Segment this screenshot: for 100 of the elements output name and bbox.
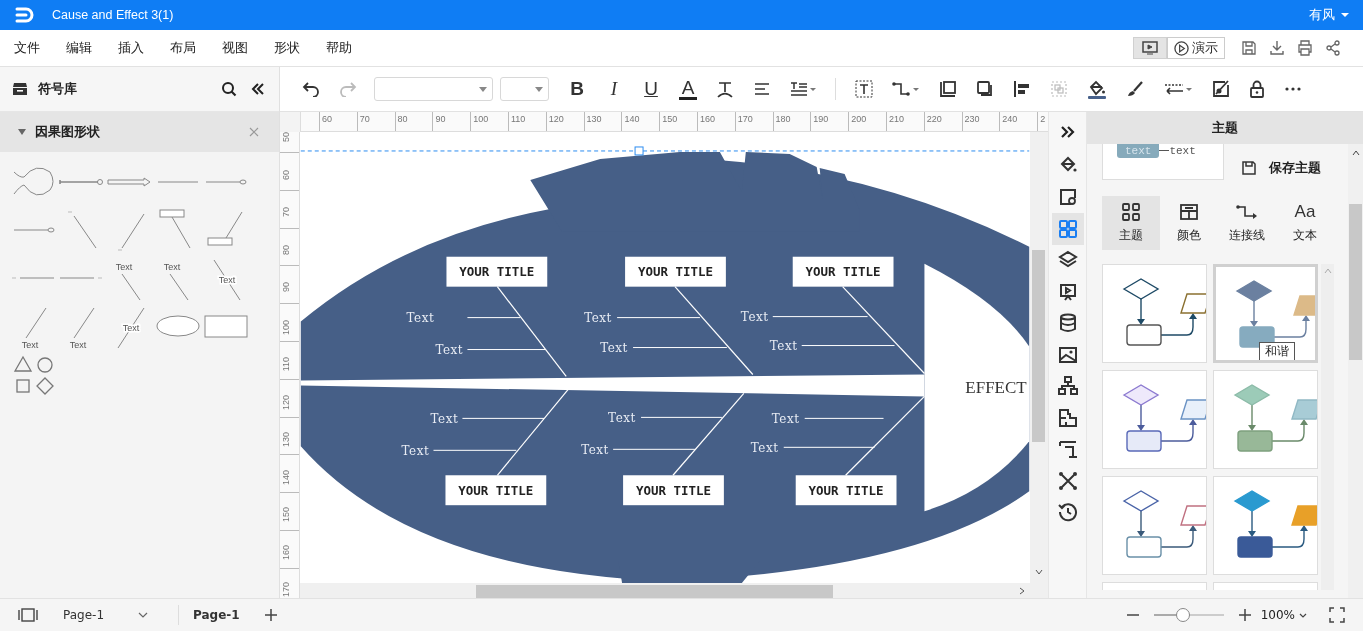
user-menu[interactable]: 有风 [1309,6,1349,24]
title-box: YOUR TITLE [623,475,724,506]
section-header[interactable]: 因果图形状 [0,112,279,152]
shape-item[interactable]: Text [202,256,250,302]
text-style-icon[interactable] [716,80,734,98]
share-icon[interactable] [1325,40,1341,56]
ruler-label: 230 [963,113,981,126]
download-icon[interactable] [1269,40,1285,56]
arrow-right-icon[interactable] [1018,587,1026,596]
cause-label: Text [771,411,800,426]
zoom-in-icon[interactable] [1238,609,1251,621]
format-button[interactable]: A [679,78,697,100]
menu-item[interactable]: 布局 [170,39,196,57]
ruler-label: 100 [281,319,292,335]
cause-label: Text [406,311,435,326]
preview-label: text [1169,144,1196,158]
ruler-label: 220 [925,113,943,126]
shuffle-icon [1056,469,1079,492]
palette-grid-icon [1179,202,1199,222]
format-button[interactable]: I [605,78,623,100]
ruler-label: 120 [281,394,292,410]
cause-label: Text [600,341,628,356]
format-button[interactable]: B [568,78,586,100]
ruler-label: 50 [281,132,292,142]
panel-tab[interactable]: 连接线 [1218,196,1276,250]
timeline-icon [1056,438,1079,461]
circle-shape-icon[interactable] [34,354,56,375]
org-chart-icon [1056,375,1079,398]
line-style-icon[interactable] [1163,81,1193,97]
present-button[interactable]: 演示 [1167,37,1225,59]
undo-icon[interactable] [302,81,320,97]
screen-view-button[interactable] [1133,37,1167,59]
panel-scrollbar[interactable] [1348,144,1363,598]
text-box-icon[interactable] [855,80,873,98]
no-fill-icon[interactable] [1212,80,1230,98]
tab-label: 文本 [1293,227,1317,244]
menu-item[interactable]: 编辑 [66,39,92,57]
theme-scrollbar[interactable] [1321,264,1334,590]
lock-icon[interactable] [1249,80,1265,98]
cause-label: Text [581,442,609,457]
arrow-down-icon[interactable] [1035,568,1043,576]
shape-item[interactable]: Text [154,256,202,302]
save-theme-button[interactable]: 保存主题 [1241,159,1321,177]
shape-item[interactable]: Text [10,304,58,350]
page-dropdown[interactable]: Page-1 [63,608,148,622]
library-icon [12,82,28,96]
shape-item[interactable]: Text [106,304,154,350]
ruler-label: 160 [281,544,292,560]
collapse-icon[interactable] [251,82,265,96]
print-icon[interactable] [1297,40,1313,56]
more-icon[interactable] [1284,86,1302,92]
brush-icon[interactable] [1126,80,1144,98]
panel-tab[interactable]: 主题 [1102,196,1160,250]
add-page-icon[interactable] [263,608,278,622]
pages-panel-icon[interactable] [17,608,39,622]
ruler-label: 2 [1039,113,1047,126]
shape-item[interactable]: Text [58,304,106,350]
panel-tab[interactable]: 颜色 [1160,196,1218,250]
menu-item[interactable]: 插入 [118,39,144,57]
fullscreen-icon[interactable] [1329,607,1345,623]
library-title: 符号库 [38,80,78,98]
search-icon[interactable] [221,81,237,97]
menu-item[interactable]: 视图 [222,39,248,57]
panel-tab[interactable]: Aa 文本 [1276,196,1334,250]
title-box: YOUR TITLE [792,256,894,287]
save-icon[interactable] [1241,40,1257,56]
connector-icon[interactable] [892,81,920,97]
cause-line [466,317,521,319]
connector-icon [1235,202,1259,222]
page-tab[interactable]: Page-1 [193,608,240,622]
ruler-label: 120 [547,113,565,126]
grid-icon [1121,202,1141,222]
ruler-label: 240 [1001,113,1019,126]
ruler-label: 90 [281,282,292,292]
align-icon[interactable] [753,81,771,97]
app-logo-icon [14,5,36,25]
ruler-label: 170 [281,582,292,598]
align-left-icon[interactable] [1013,80,1031,98]
slider-thumb[interactable] [1175,608,1190,622]
menu-item[interactable]: 形状 [274,39,300,57]
ruler-label: 100 [472,113,490,126]
bring-front-icon[interactable] [939,80,957,98]
diamond-shape-icon[interactable] [34,375,56,396]
menu-item[interactable]: 帮助 [326,39,352,57]
send-back-icon[interactable] [976,80,994,98]
fill-color-icon[interactable] [1087,79,1107,99]
theme-card[interactable]: 和谐 [1213,264,1318,363]
shape-item[interactable]: Text [106,256,154,302]
ruler-label: 180 [774,113,792,126]
format-button[interactable]: U [642,78,660,100]
section-title: 因果图形状 [35,123,101,141]
chevron-down-icon [138,612,148,618]
ruler-label: 60 [281,169,292,180]
triangle-shape-icon[interactable] [12,354,34,375]
menu-item[interactable]: 文件 [14,39,40,57]
expand-panel-icon[interactable] [1059,125,1076,139]
zoom-dropdown[interactable]: 100% [1260,608,1307,622]
selection-handle[interactable] [634,146,644,156]
line-spacing-icon[interactable] [790,81,816,97]
arrow-up-icon[interactable] [1351,150,1360,156]
